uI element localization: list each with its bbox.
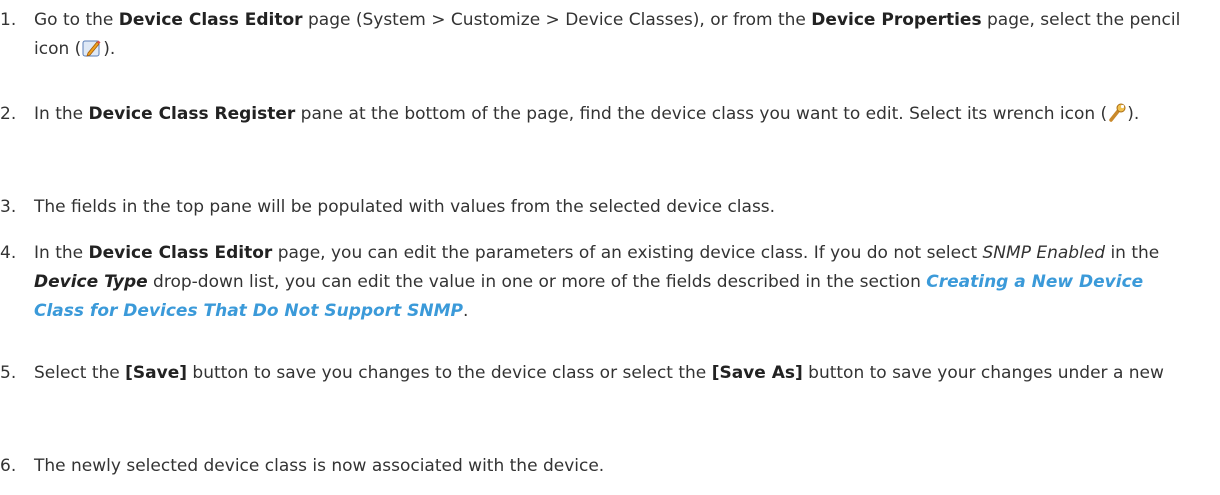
instruction-steps: 1. Go to the Device Class Editor page (S… — [0, 0, 1220, 495]
step-number: 2. — [0, 104, 17, 124]
step-5: 5. Select the [Save] button to save you … — [0, 359, 1210, 388]
step-number: 4. — [0, 243, 17, 263]
ui-term: Device Properties — [811, 10, 982, 30]
field-name: Device Type — [34, 272, 148, 292]
ui-term: Device Class Editor — [88, 243, 273, 263]
step-text: The newly selected device class is now a… — [34, 456, 605, 476]
pencil-icon — [82, 38, 102, 68]
step-number: 3. — [0, 197, 17, 217]
option-name: SNMP Enabled — [982, 243, 1106, 263]
step-number: 1. — [0, 10, 17, 30]
step-6: 6. The newly selected device class is no… — [0, 452, 1210, 481]
ui-term: Device Class Editor — [118, 10, 303, 30]
step-text: Select the [Save] button to save you cha… — [34, 363, 1164, 383]
step-text: Go to the Device Class Editor page (Syst… — [34, 6, 1198, 68]
step-text: In the Device Class Register pane at the… — [34, 100, 1198, 133]
ui-term: [Save As] — [711, 363, 803, 383]
ui-term: [Save] — [125, 363, 188, 383]
ui-term: Device Class Register — [88, 104, 296, 124]
step-number: 6. — [0, 456, 17, 476]
step-2: 2. In the Device Class Register pane at … — [0, 100, 1210, 133]
step-1: 1. Go to the Device Class Editor page (S… — [0, 6, 1210, 68]
step-text: In the Device Class Editor page, you can… — [34, 243, 1160, 321]
step-number: 5. — [0, 363, 17, 383]
step-3: 3. The fields in the top pane will be po… — [0, 193, 1210, 222]
step-4: 4. In the Device Class Editor page, you … — [0, 239, 1210, 326]
wrench-icon — [1108, 103, 1126, 133]
step-text: The fields in the top pane will be popul… — [34, 197, 776, 217]
